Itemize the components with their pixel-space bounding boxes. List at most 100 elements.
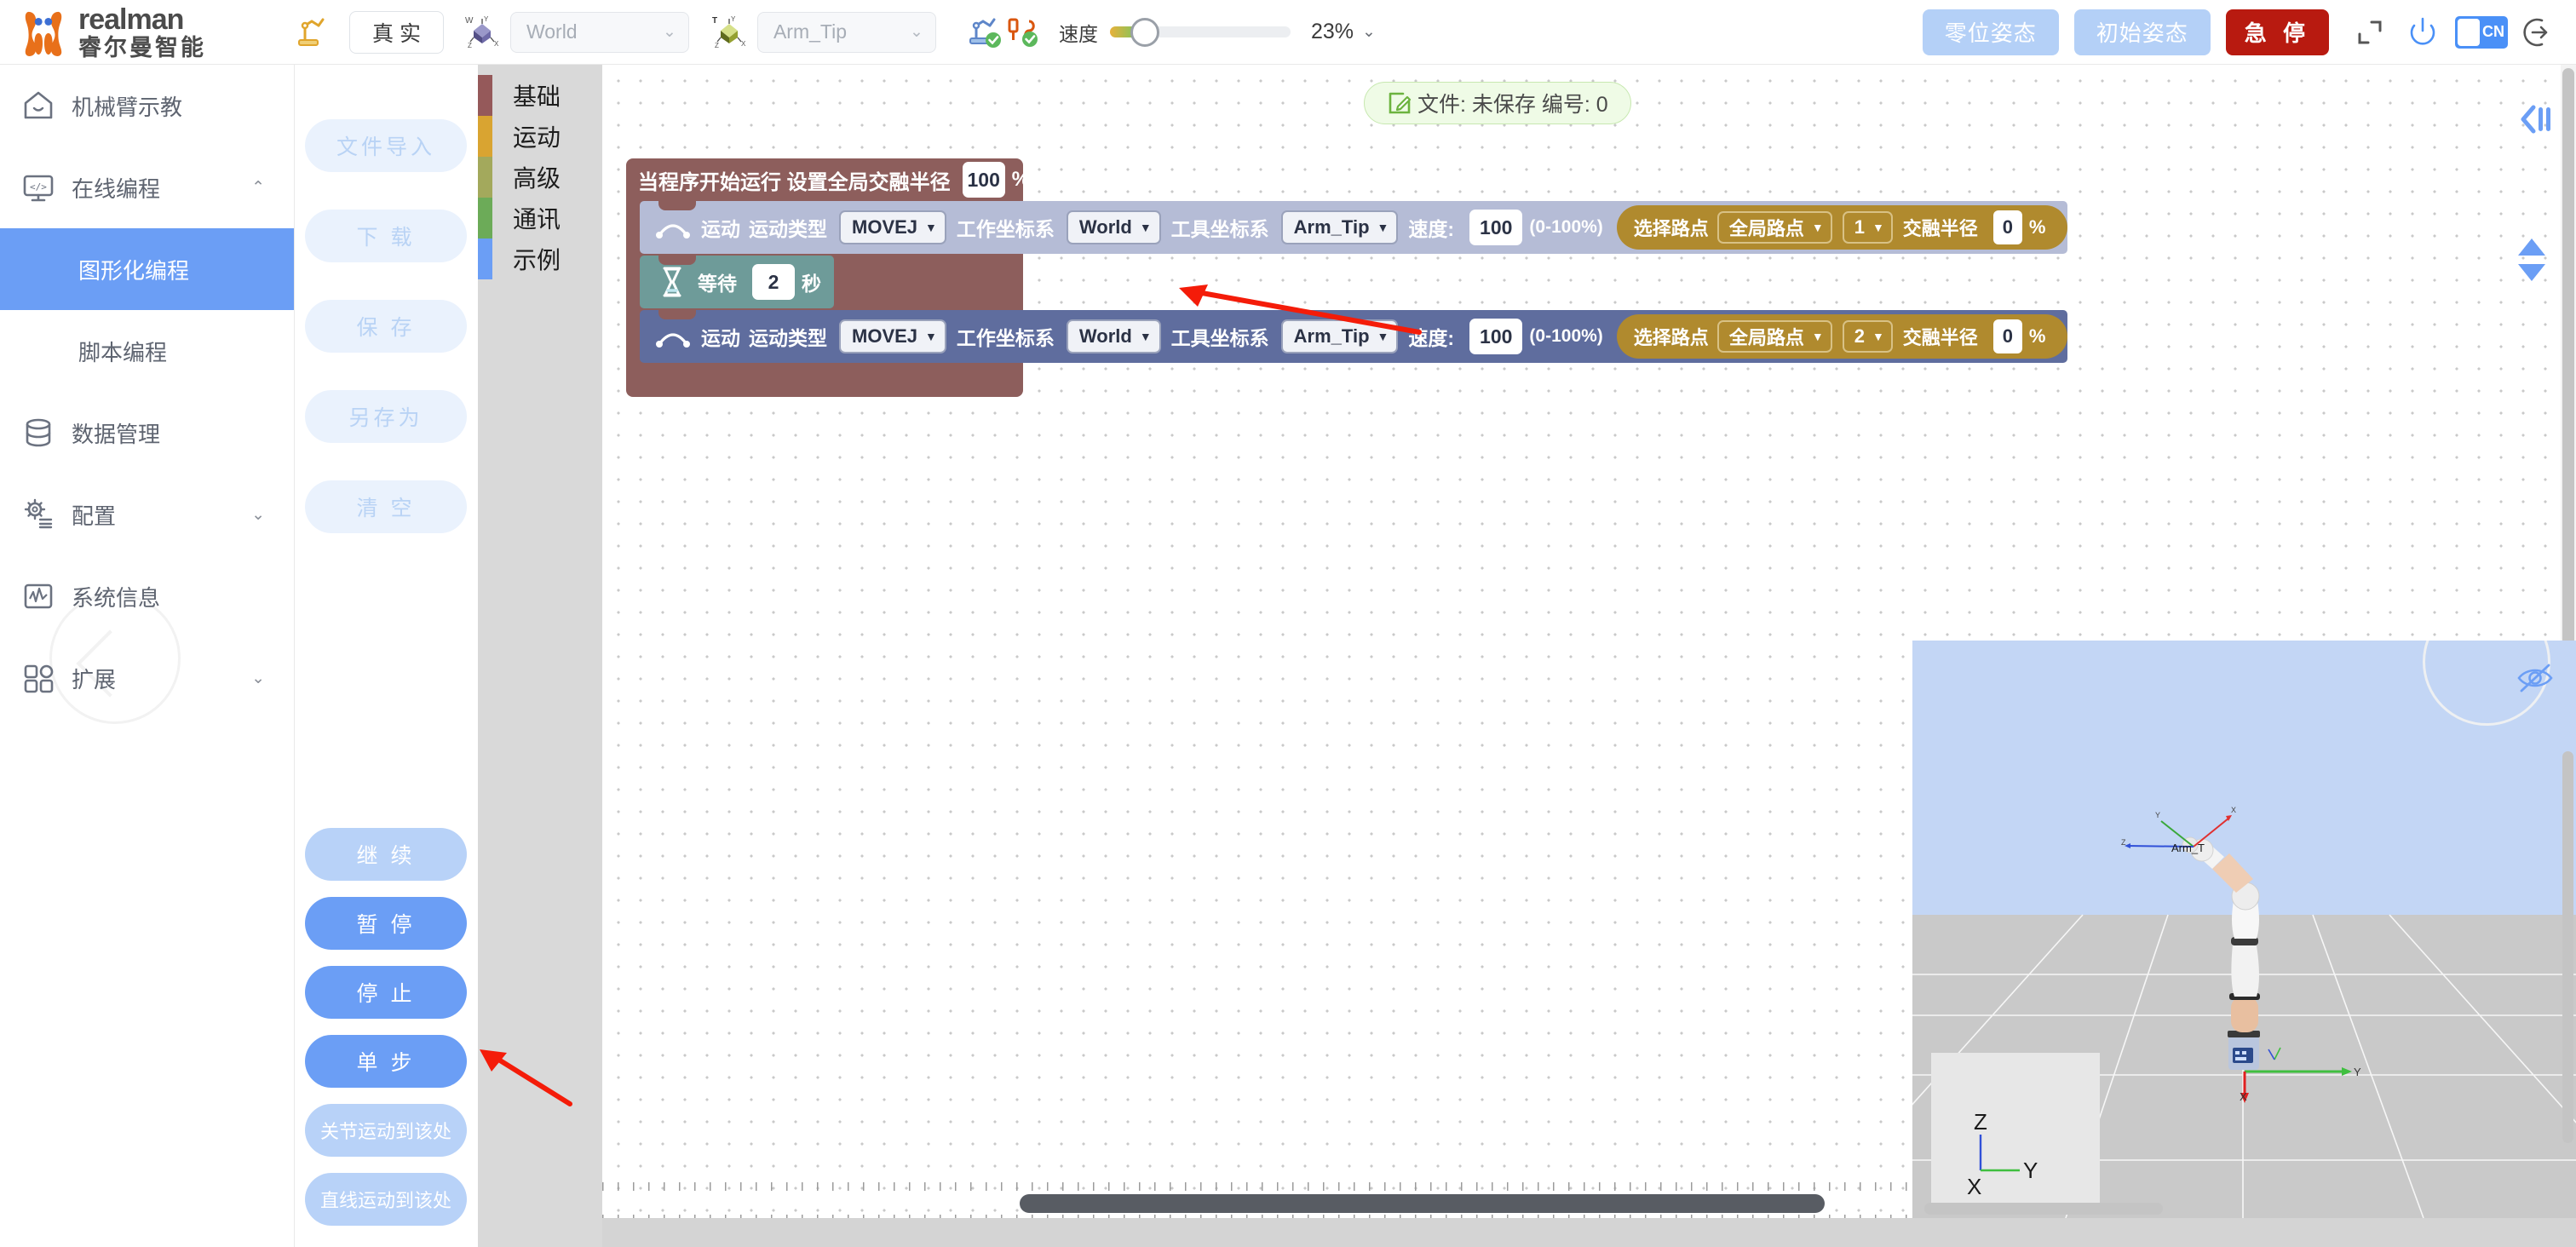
sidebar-item-graphical-programming[interactable]: 图形化编程 <box>0 228 294 310</box>
file-import-button[interactable]: 文件导入 <box>305 119 467 172</box>
robot-3d-viewport[interactable]: X Y Z Arm_T Y X Z Y X <box>1912 641 2576 1218</box>
viewport-horizontal-scrollbar[interactable] <box>1924 1203 2163 1215</box>
blocks-icon <box>24 664 54 693</box>
category-communication[interactable]: 通讯 <box>478 198 602 238</box>
svg-text:Y: Y <box>2023 1158 2038 1183</box>
waypoint-label: 选择路点 <box>1633 327 1709 348</box>
program-root-block[interactable]: 当程序开始运行 设置全局交融半径 100 % 运动 运动类型 MOVEJ ▼ 工… <box>626 158 2068 397</box>
init-pose-button[interactable]: 初始姿态 <box>2073 9 2211 55</box>
work-frame-label: 工作坐标系 <box>956 218 1055 240</box>
work-frame-select[interactable]: World ▼ <box>1066 319 1161 353</box>
stop-button[interactable]: 停 止 <box>305 966 467 1019</box>
speed-value: 23% <box>1310 20 1354 43</box>
motion-type-label: 运动类型 <box>749 218 827 240</box>
scrollbar-thumb[interactable] <box>1020 1194 1825 1213</box>
block-motion-2[interactable]: 运动 运动类型 MOVEJ ▼ 工作坐标系 World ▼ 工具坐标系 Arm_… <box>640 310 2068 363</box>
speed-input[interactable]: 100 <box>1469 210 1523 245</box>
waypoint-source-select[interactable]: 全局路点 ▼ <box>1716 211 1832 244</box>
single-step-button[interactable]: 单 步 <box>305 1035 467 1088</box>
svg-text:T: T <box>712 16 717 26</box>
fullscreen-icon[interactable] <box>2348 10 2392 55</box>
sidebar-caret-down-icon: ⌄ <box>251 505 265 524</box>
block-motion-1[interactable]: 运动 运动类型 MOVEJ ▼ 工作坐标系 World ▼ 工具坐标系 Arm_… <box>640 201 2068 254</box>
slider-knob[interactable] <box>1130 17 1159 47</box>
tool-frame-select[interactable]: Arm_Tip ▼ <box>1280 210 1399 244</box>
global-blend-radius-input[interactable]: 100 <box>962 162 1005 198</box>
waypoint-index-select[interactable]: 2 ▼ <box>1842 320 1893 353</box>
viewport-vertical-scrollbar[interactable] <box>2562 751 2573 1143</box>
mode-button[interactable]: 真 实 <box>349 10 444 54</box>
sidebar-item-script-programming[interactable]: 脚本编程 <box>0 310 294 392</box>
category-color-swatch <box>478 198 492 238</box>
eye-hidden-icon[interactable] <box>2516 663 2554 698</box>
waypoint-index-value: 2 <box>1854 325 1865 347</box>
sidebar-item-label: 数据管理 <box>72 421 161 447</box>
joint-move-here-button[interactable]: 关节运动到该处 <box>305 1104 467 1157</box>
svg-text:Z: Z <box>715 42 719 49</box>
collapse-panel-icon[interactable] <box>2516 101 2556 142</box>
zero-pose-button[interactable]: 零位姿态 <box>1922 9 2059 55</box>
chevron-down-icon: ⌄ <box>910 23 923 41</box>
chevron-down-icon[interactable]: ⌄ <box>1362 22 1376 42</box>
logout-icon[interactable] <box>2516 10 2561 55</box>
blend-radius-label: 交融半径 <box>1902 327 1978 348</box>
category-basic[interactable]: 基础 <box>478 75 602 116</box>
work-frame-value: World <box>1078 216 1132 238</box>
linear-move-here-button[interactable]: 直线运动到该处 <box>305 1173 467 1226</box>
category-label: 示例 <box>513 247 561 273</box>
blend-radius-unit: % <box>2028 216 2046 238</box>
download-button[interactable]: 下 载 <box>305 210 467 262</box>
tool-frame-select[interactable]: Arm_Tip ▼ <box>1280 319 1399 353</box>
sidebar-item-data-management[interactable]: 数据管理 <box>0 392 294 474</box>
category-color-swatch <box>478 116 492 157</box>
work-frame-select[interactable]: World ▼ <box>1066 210 1161 244</box>
sidebar-item-system-info[interactable]: 系统信息 <box>0 555 294 637</box>
sidebar-item-config[interactable]: 配置 ⌄ <box>0 474 294 555</box>
category-advanced[interactable]: 高级 <box>478 157 602 198</box>
tool-frame-select[interactable]: Arm_Tip ⌄ <box>756 11 936 53</box>
motion-type-select[interactable]: MOVEJ ▼ <box>839 210 946 244</box>
continue-button[interactable]: 继 续 <box>305 828 467 881</box>
teach-pendant-ok-icon[interactable] <box>965 14 1003 51</box>
speed-control-group: 速度 23% ⌄ <box>1040 15 1376 49</box>
save-button[interactable]: 保 存 <box>305 300 467 353</box>
power-icon[interactable] <box>2401 10 2445 55</box>
motion-type-value: MOVEJ <box>852 325 918 347</box>
work-frame-select[interactable]: World ⌄ <box>509 11 689 53</box>
sidebar-sub-label: 脚本编程 <box>78 339 168 365</box>
blend-radius-input[interactable]: 0 <box>1992 210 2022 244</box>
motion-type-select[interactable]: MOVEJ ▼ <box>839 319 946 353</box>
clear-button[interactable]: 清 空 <box>305 480 467 533</box>
language-toggle[interactable]: CN <box>2455 15 2508 49</box>
speed-slider[interactable] <box>1109 15 1291 49</box>
tool-frame-group: T Y Z X Arm_Tip ⌄ <box>711 11 936 53</box>
sidebar-sub-label: 图形化编程 <box>78 257 190 284</box>
waypoint-source-select[interactable]: 全局路点 ▼ <box>1716 320 1832 353</box>
sidebar-item-teach[interactable]: 机械臂示教 <box>0 65 294 147</box>
file-status-chip[interactable]: 文件: 未保存 编号: 0 <box>1364 82 1631 124</box>
pause-button[interactable]: 暂 停 <box>305 897 467 950</box>
program-start-label: 当程序开始运行 设置全局交融半径 <box>638 170 951 194</box>
brand-name-cn: 睿尔曼智能 <box>78 34 206 60</box>
zoom-updown-icon[interactable] <box>2513 235 2550 289</box>
category-motion[interactable]: 运动 <box>478 116 602 157</box>
svg-text:Y: Y <box>484 15 489 23</box>
svg-text:Z: Z <box>1974 1109 1987 1135</box>
sidebar-item-online-programming[interactable]: </> 在线编程 ⌃ <box>0 147 294 228</box>
cable-connected-ok-icon[interactable] <box>1003 14 1040 51</box>
emergency-stop-button[interactable]: 急 停 <box>2225 9 2329 55</box>
svg-text:Z: Z <box>468 42 472 49</box>
tool-frame-label: 工具坐标系 <box>1170 218 1269 240</box>
svg-text:Y: Y <box>2354 1066 2361 1078</box>
speed-input[interactable]: 100 <box>1469 319 1523 354</box>
chevron-down-icon: ▼ <box>1872 330 1884 343</box>
sidebar-item-extensions[interactable]: 扩展 ⌄ <box>0 637 294 719</box>
wait-seconds-input[interactable]: 2 <box>752 264 795 300</box>
waypoint-index-select[interactable]: 1 ▼ <box>1842 211 1893 244</box>
blend-radius-input[interactable]: 0 <box>1992 319 2022 353</box>
category-example[interactable]: 示例 <box>478 238 602 279</box>
save-as-button[interactable]: 另存为 <box>305 390 467 443</box>
speed-range-hint: (0-100%) <box>1529 217 1603 237</box>
language-label: CN <box>2482 23 2504 40</box>
block-wait[interactable]: 等待 2 秒 <box>640 256 834 308</box>
